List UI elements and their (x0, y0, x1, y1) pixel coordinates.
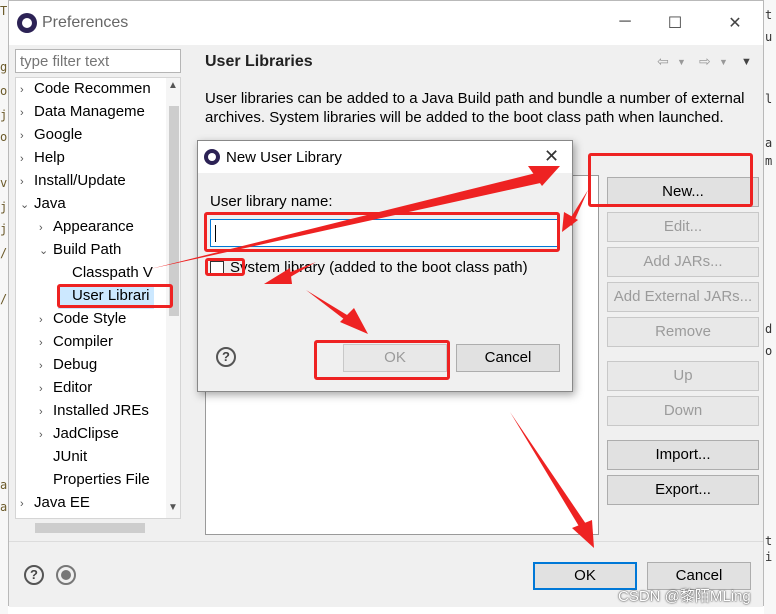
tree-item-label: Google (34, 126, 83, 143)
chevron-right-icon[interactable]: › (20, 153, 34, 165)
chevron-down-icon[interactable]: ▼ (677, 57, 686, 67)
tree-item-label: Java EE (34, 494, 90, 511)
record-icon[interactable] (56, 565, 76, 585)
tree-item[interactable]: Properties File (39, 471, 150, 493)
library-name-label: User library name: (210, 193, 333, 210)
add-external-jars-button[interactable]: Add External JARs... (607, 282, 759, 312)
tree-item-label: JadClipse (53, 425, 119, 442)
edit-button[interactable]: Edit... (607, 212, 759, 242)
down-button[interactable]: Down (607, 396, 759, 426)
back-arrow-icon[interactable]: ⇦ (657, 53, 669, 70)
tree-item[interactable]: › Compiler (39, 333, 113, 355)
tree-item[interactable]: › Install/Update (20, 172, 126, 194)
maximize-icon[interactable]: ☐ (665, 13, 685, 33)
forward-arrow-icon[interactable]: ⇨ (699, 53, 711, 70)
tree-item-label: Data Manageme (34, 103, 145, 120)
tree-item-label: JUnit (53, 448, 88, 465)
tree-item[interactable]: › Java EE (20, 494, 90, 516)
tree-item-label: Debug (53, 356, 98, 373)
tree-item-label: Compiler (53, 333, 114, 350)
export-button[interactable]: Export... (607, 475, 759, 505)
chevron-right-icon[interactable]: › (39, 429, 53, 441)
add-jars-button[interactable]: Add JARs... (607, 247, 759, 277)
dialog-cancel-button[interactable]: Cancel (456, 344, 560, 372)
tree-item-label: Java (34, 195, 66, 212)
chevron-right-icon[interactable]: › (39, 360, 53, 372)
tree-item-label: Install/Update (34, 172, 126, 189)
import-button[interactable]: Import... (607, 440, 759, 470)
eclipse-icon (17, 13, 37, 33)
eclipse-icon (204, 149, 220, 165)
tree-horizontal-scrollbar[interactable] (15, 519, 181, 537)
chevron-right-icon[interactable]: › (20, 84, 34, 96)
filter-input[interactable] (15, 49, 181, 73)
chevron-down-icon[interactable]: ▼ (719, 57, 728, 67)
tree-item[interactable]: › Editor (39, 379, 92, 401)
dialog-titlebar: New User Library ✕ (198, 141, 572, 173)
annotation-box-dialog-ok (314, 340, 450, 380)
tree-item-label: Build Path (53, 241, 122, 258)
minimize-icon[interactable]: ─ (615, 13, 635, 31)
remove-button[interactable]: Remove (607, 317, 759, 347)
close-icon[interactable]: ✕ (544, 146, 559, 167)
tree-item[interactable]: › JadClipse (39, 425, 119, 447)
annotation-box-name-input (204, 212, 560, 252)
window-titlebar: Preferences ─ ☐ ✕ (9, 1, 763, 45)
help-icon[interactable]: ? (216, 347, 236, 367)
chevron-down-icon[interactable]: ⌄ (39, 244, 53, 257)
tree-item[interactable]: Classpath V (58, 264, 153, 286)
tree-item-label: Properties File (53, 471, 150, 488)
system-library-label: System library (added to the boot class … (230, 259, 528, 276)
tree-item-label: Installed JREs (53, 402, 149, 419)
scroll-down-icon[interactable]: ▼ (168, 502, 178, 513)
chevron-right-icon[interactable]: › (20, 176, 34, 188)
tree-item[interactable]: ⌄ Java (20, 195, 66, 217)
scroll-up-icon[interactable]: ▲ (168, 80, 178, 91)
chevron-right-icon[interactable]: › (39, 337, 53, 349)
chevron-right-icon[interactable]: › (20, 498, 34, 510)
up-button[interactable]: Up (607, 361, 759, 391)
chevron-right-icon[interactable]: › (39, 383, 53, 395)
watermark: CSDN @黎陌MLing (618, 588, 751, 605)
tree-item[interactable]: › Google (20, 126, 82, 148)
tree-item-label: Code Style (53, 310, 127, 327)
tree-item[interactable]: › Code Recommen (20, 80, 151, 102)
window-title: Preferences (42, 14, 129, 31)
chevron-right-icon[interactable]: › (39, 222, 53, 234)
view-menu-icon[interactable]: ▼ (741, 56, 752, 68)
chevron-down-icon[interactable]: ⌄ (20, 198, 34, 211)
chevron-right-icon[interactable]: › (20, 107, 34, 119)
tree-item[interactable]: JUnit (39, 448, 87, 470)
tree-item-label: Editor (53, 379, 93, 396)
tree-item[interactable]: › Help (20, 149, 65, 171)
annotation-box-checkbox (205, 258, 245, 276)
tree-item-label: Help (34, 149, 65, 166)
help-icon[interactable]: ? (24, 565, 44, 585)
annotation-box-new-button (588, 153, 753, 207)
tree-item[interactable]: › Data Manageme (20, 103, 145, 125)
tree-item-label: Appearance (53, 218, 134, 235)
tree-item[interactable]: › Debug (39, 356, 97, 378)
scroll-thumb[interactable] (35, 523, 145, 533)
chevron-right-icon[interactable]: › (39, 314, 53, 326)
tree-item[interactable]: › Installed JREs (39, 402, 149, 424)
page-title: User Libraries (205, 53, 313, 70)
tree-item[interactable]: › Appearance (39, 218, 134, 240)
background-editor-right: tul amd oti (764, 0, 776, 614)
annotation-box-user-libraries (57, 284, 173, 308)
page-description: User libraries can be added to a Java Bu… (205, 90, 745, 126)
tree-item[interactable]: › Code Style (39, 310, 126, 332)
page-header: User Libraries ⇦ ▼ ⇨ ▼ ▼ (195, 45, 765, 79)
close-icon[interactable]: ✕ (725, 13, 745, 33)
dialog-title: New User Library (226, 149, 342, 166)
chevron-right-icon[interactable]: › (20, 130, 34, 142)
tree-item-label: Code Recommen (34, 80, 151, 97)
tree-item[interactable]: ⌄ Build Path (39, 241, 121, 263)
chevron-right-icon[interactable]: › (39, 406, 53, 418)
tree-item-label: Classpath V (72, 264, 153, 281)
background-editor-left: Tgo jov j j / / a a (0, 0, 8, 614)
